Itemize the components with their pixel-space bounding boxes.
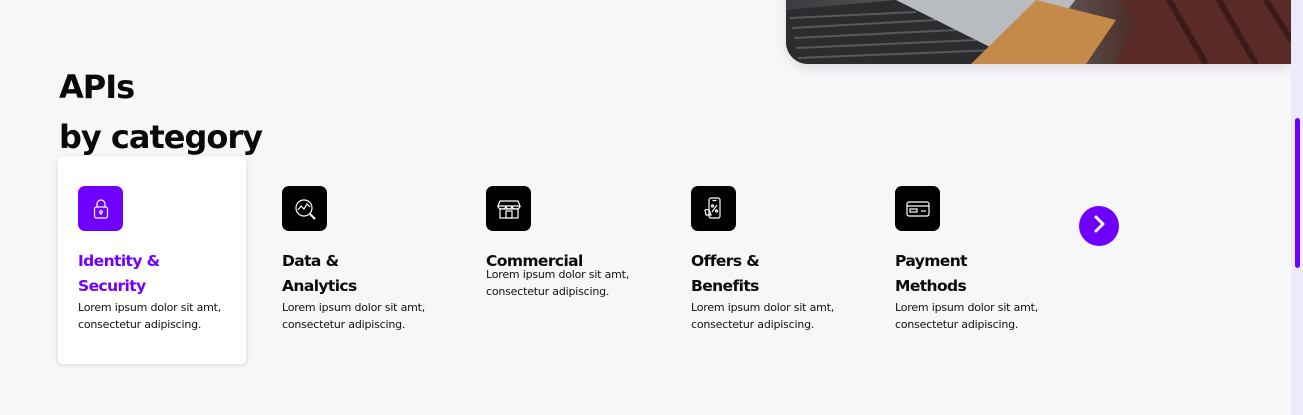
- section-title: APIs by category: [59, 62, 263, 162]
- category-title-line-2: Security: [78, 277, 146, 295]
- category-title-line-1: Data &: [282, 252, 339, 270]
- category-description: Lorem ipsum dolor sit amt, consectetur a…: [78, 301, 222, 331]
- analytics-icon: [282, 186, 327, 231]
- category-title-line-2: Benefits: [691, 277, 759, 295]
- storefront-icon: [486, 186, 531, 231]
- category-card-offers-benefits[interactable]: Offers & Benefits Lorem ipsum dolor sit …: [671, 156, 859, 364]
- category-title-line-2: Methods: [895, 277, 967, 295]
- scrollbar-thumb[interactable]: [1295, 118, 1300, 268]
- lock-icon: [78, 186, 123, 231]
- category-card-identity-security[interactable]: Identity & Security Lorem ipsum dolor si…: [58, 156, 246, 364]
- category-description: Lorem ipsum dolor sit amt, consectetur a…: [486, 268, 630, 298]
- credit-card-icon: [895, 186, 940, 231]
- chevron-right-icon: [1089, 214, 1109, 238]
- category-title-line-1: Payment: [895, 252, 968, 270]
- category-card-commercial[interactable]: Commercial Lorem ipsum dolor sit amt, co…: [466, 156, 654, 364]
- category-title: Identity & Security: [78, 249, 228, 299]
- category-card-payment-methods[interactable]: Payment Methods Lorem ipsum dolor sit am…: [875, 156, 1063, 364]
- category-title: Offers & Benefits: [691, 249, 841, 299]
- next-button[interactable]: [1079, 206, 1119, 246]
- section-title-line-1: APIs: [59, 68, 135, 106]
- category-title: Data & Analytics: [282, 249, 432, 299]
- category-title-line-1: Offers &: [691, 252, 760, 270]
- category-description: Lorem ipsum dolor sit amt, consectetur a…: [691, 301, 835, 331]
- page-scrollbar[interactable]: [1291, 0, 1303, 415]
- category-title-line-2: Analytics: [282, 277, 357, 295]
- hero-photo: [786, 0, 1291, 64]
- page: APIs by category Identity & Security Lor…: [0, 0, 1303, 415]
- category-description: Lorem ipsum dolor sit amt, consectetur a…: [895, 301, 1039, 331]
- category-card-data-analytics[interactable]: Data & Analytics Lorem ipsum dolor sit a…: [262, 156, 450, 364]
- mobile-offer-icon: [691, 186, 736, 231]
- category-title: Payment Methods: [895, 249, 1045, 299]
- section-title-line-2: by category: [59, 118, 263, 156]
- category-description: Lorem ipsum dolor sit amt, consectetur a…: [282, 301, 426, 331]
- category-title-line-1: Identity &: [78, 252, 160, 270]
